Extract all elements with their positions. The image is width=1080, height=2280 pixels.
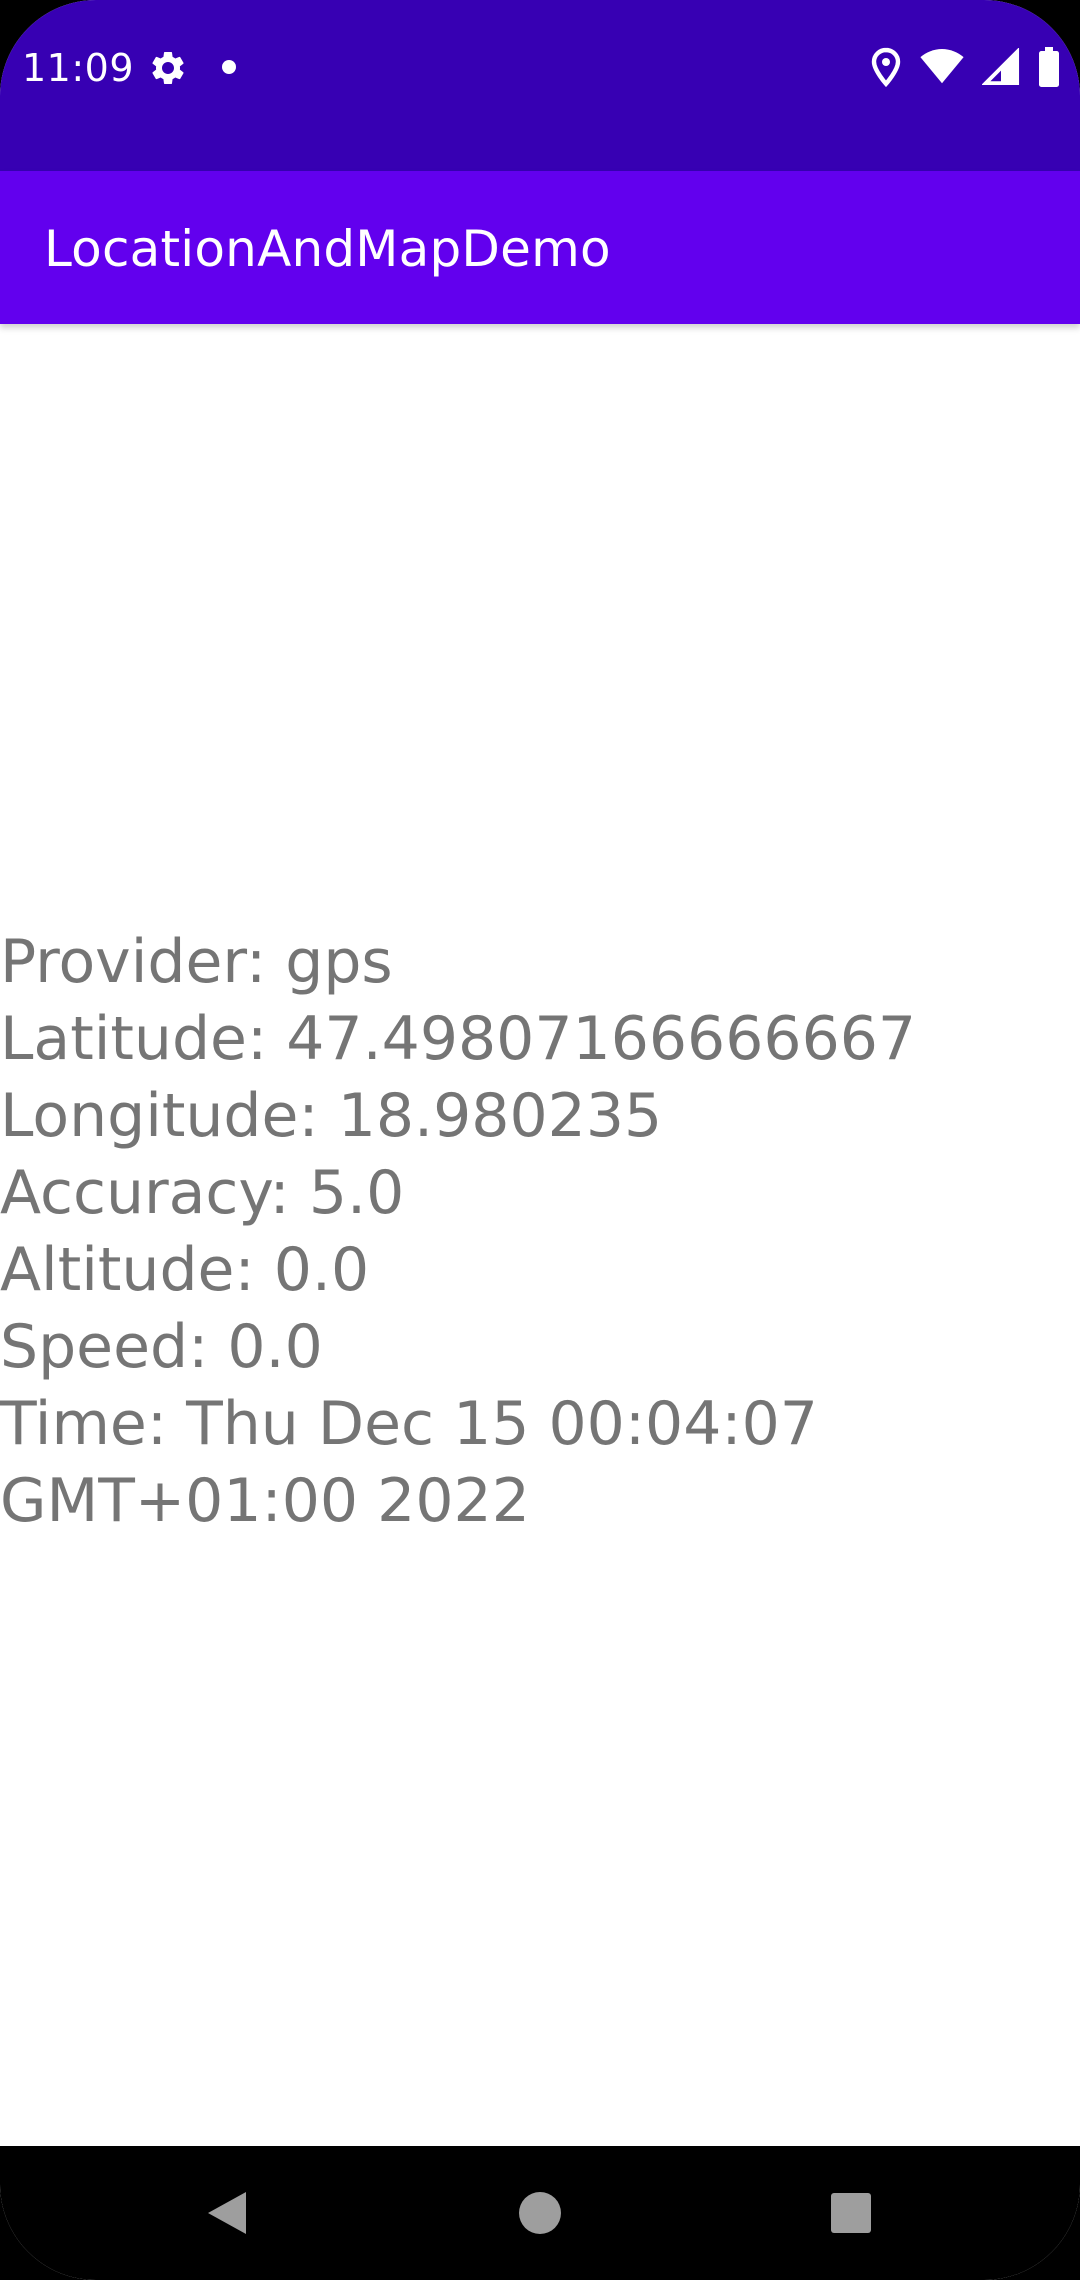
recents-button[interactable]	[818, 2180, 884, 2246]
latitude-text: Latitude: 47.49807166666667	[0, 1004, 917, 1074]
speed-text: Speed: 0.0	[0, 1312, 323, 1382]
navigation-bar	[0, 2146, 1080, 2280]
recents-icon	[831, 2193, 871, 2233]
notification-dot-icon	[222, 60, 236, 74]
home-icon	[519, 2192, 561, 2234]
cell-signal-icon	[982, 48, 1020, 86]
back-icon	[208, 2192, 246, 2234]
status-bar: 11:09	[0, 0, 1080, 171]
gear-icon	[148, 48, 188, 88]
accuracy-text: Accuracy: 5.0	[0, 1158, 405, 1228]
device-screen: 11:09 LocationAndMapDemo Provider: gps L…	[0, 0, 1080, 2280]
provider-text: Provider: gps	[0, 927, 393, 997]
time-text-continued: GMT+01:00 2022	[0, 1466, 530, 1536]
location-info: Provider: gps Latitude: 47.4980716666666…	[0, 924, 1080, 1540]
altitude-text: Altitude: 0.0	[0, 1235, 370, 1305]
location-pin-icon	[870, 47, 902, 87]
app-bar: LocationAndMapDemo	[0, 171, 1080, 324]
status-time: 11:09	[22, 46, 135, 90]
status-icons	[870, 46, 1060, 88]
time-text: Time: Thu Dec 15 00:04:07	[0, 1389, 818, 1459]
home-button[interactable]	[507, 2180, 573, 2246]
wifi-icon	[920, 49, 964, 85]
battery-icon	[1038, 47, 1060, 87]
main-content: Provider: gps Latitude: 47.4980716666666…	[0, 324, 1080, 2146]
back-button[interactable]	[193, 2180, 259, 2246]
longitude-text: Longitude: 18.980235	[0, 1081, 663, 1151]
app-title: LocationAndMapDemo	[44, 220, 611, 278]
